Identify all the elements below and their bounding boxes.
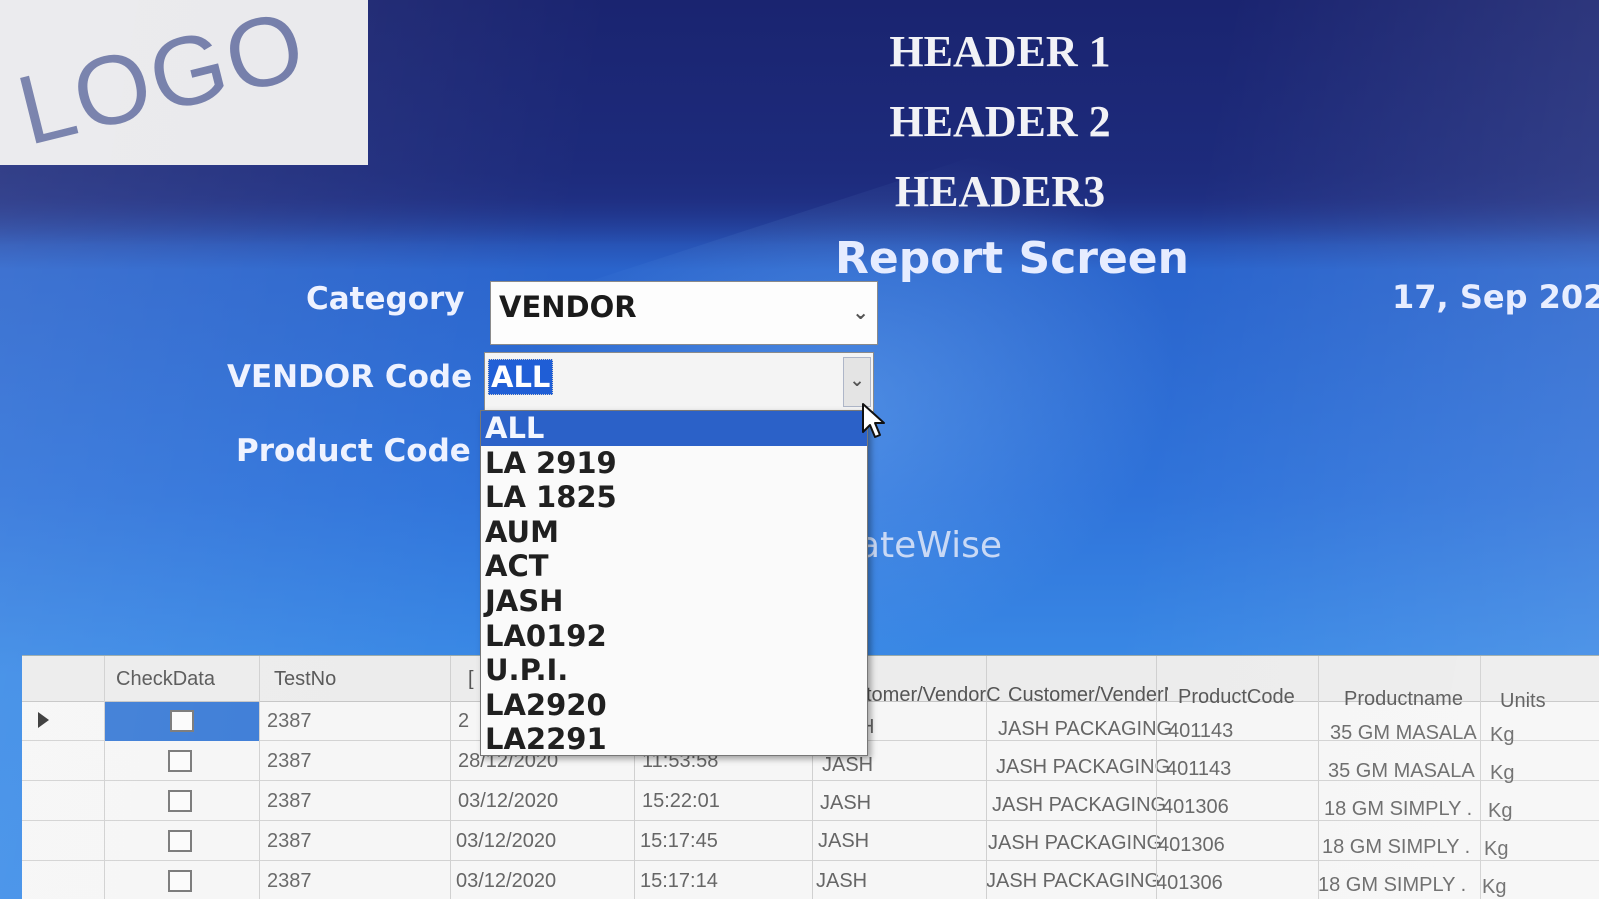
- cell-units: Kg: [1482, 876, 1507, 898]
- dropdown-option[interactable]: LA 2919: [481, 446, 867, 481]
- report-window: LOGO HEADER 1 HEADER 2 HEADER3 Report Sc…: [0, 0, 1599, 899]
- vendor-code-dropdown-list[interactable]: ALL LA 2919 LA 1825 AUM ACT JASH LA0192 …: [480, 410, 868, 756]
- cell-name: JASH PACKAGING: [986, 870, 1161, 892]
- header-1: HEADER 1: [889, 27, 1111, 76]
- dropdown-option[interactable]: ALL: [481, 411, 867, 446]
- cell-name: JASH PACKAGING: [992, 794, 1167, 816]
- chevron-down-icon[interactable]: ⌄: [843, 357, 871, 407]
- column-divider: [1318, 656, 1319, 899]
- vendor-code-select[interactable]: ALL ⌄: [484, 352, 874, 412]
- mouse-pointer-icon: [862, 403, 885, 438]
- cell-code: JASH: [816, 870, 868, 892]
- cell-testno: 2387: [267, 790, 312, 812]
- header-2: HEADER 2: [889, 97, 1111, 146]
- chevron-down-icon[interactable]: ⌄: [852, 300, 869, 324]
- dropdown-option[interactable]: U.P.I.: [481, 653, 867, 688]
- cell-time: 15:17:45: [640, 830, 718, 852]
- cell-productname: 18 GM SIMPLY ...: [1322, 836, 1472, 858]
- cell-productcode: 401143: [1166, 758, 1232, 780]
- vendor-code-label: VENDOR Code: [227, 359, 473, 395]
- row-checkbox[interactable]: [168, 870, 192, 892]
- column-divider: [104, 656, 105, 899]
- cell-time: 15:17:14: [640, 870, 718, 892]
- column-divider: [986, 656, 987, 899]
- column-divider: [259, 656, 260, 899]
- cell-productcode: 401306: [1158, 834, 1225, 856]
- dropdown-option[interactable]: ACT: [481, 549, 867, 584]
- logo: LOGO: [0, 0, 368, 166]
- row-checkbox[interactable]: [168, 750, 192, 772]
- cell-date: 03/12/2020: [458, 790, 559, 812]
- cell-units: Kg: [1484, 838, 1509, 860]
- row-checkbox[interactable]: [170, 710, 194, 732]
- cell-productname: 18 GM SIMPLY ...: [1324, 798, 1474, 820]
- vendor-code-select-value: ALL: [488, 359, 554, 395]
- cell-name: JASH PACKAGING: [996, 756, 1171, 778]
- cell-productcode: 401143: [1168, 720, 1234, 742]
- dropdown-option[interactable]: LA2291: [481, 722, 867, 755]
- cell-testno: 2387: [267, 750, 312, 772]
- cell-code: JASH: [818, 830, 870, 852]
- cell-productname: 18 GM SIMPLY ...: [1318, 874, 1468, 896]
- datewise-option-label[interactable]: ateWise: [858, 525, 1002, 566]
- column-header-checkdata[interactable]: CheckData: [116, 668, 266, 691]
- cell-date: 2: [458, 710, 470, 732]
- cell-testno: 2387: [267, 710, 312, 732]
- column-divider: [450, 656, 451, 899]
- cell-code: JASH: [822, 754, 874, 776]
- dropdown-option[interactable]: AUM: [481, 515, 867, 550]
- cell-testno: 2387: [267, 870, 312, 892]
- row-checkbox[interactable]: [168, 830, 192, 852]
- cell-name: JASH PACKAGING: [998, 718, 1173, 740]
- report-date: 17, Sep 202: [1392, 278, 1599, 316]
- cell-code: JASH: [820, 792, 872, 814]
- dropdown-option[interactable]: LA2920: [481, 688, 867, 723]
- product-code-label: Product Code: [236, 433, 471, 469]
- logo-text: LOGO: [7, 0, 317, 166]
- column-divider: [1156, 656, 1157, 899]
- cell-testno: 2387: [267, 830, 312, 852]
- column-header-testno[interactable]: TestNo: [274, 668, 424, 691]
- cell-productcode: 401306: [1156, 872, 1223, 894]
- row-checkbox[interactable]: [168, 790, 192, 812]
- cell-name: JASH PACKAGING: [988, 832, 1163, 854]
- category-select-value: VENDOR: [499, 290, 637, 324]
- cell-date: 03/12/2020: [456, 870, 557, 892]
- dropdown-option[interactable]: LA0192: [481, 619, 867, 654]
- cell-time: 15:22:01: [642, 790, 720, 812]
- cell-productcode: 401306: [1162, 796, 1229, 818]
- cell-units: Kg: [1488, 800, 1513, 822]
- dropdown-option[interactable]: LA 1825: [481, 480, 867, 515]
- cell-productname: 35 GM MASALA ...: [1328, 760, 1478, 782]
- column-divider: [1480, 656, 1481, 899]
- category-select[interactable]: VENDOR ⌄: [490, 281, 878, 345]
- header-3: HEADER3: [894, 167, 1106, 216]
- cell-date: 03/12/2020: [456, 830, 557, 852]
- category-label: Category: [306, 281, 465, 317]
- row-pointer-icon: [38, 712, 49, 728]
- dropdown-option[interactable]: JASH: [481, 584, 867, 619]
- page-title: Report Screen: [835, 233, 1189, 284]
